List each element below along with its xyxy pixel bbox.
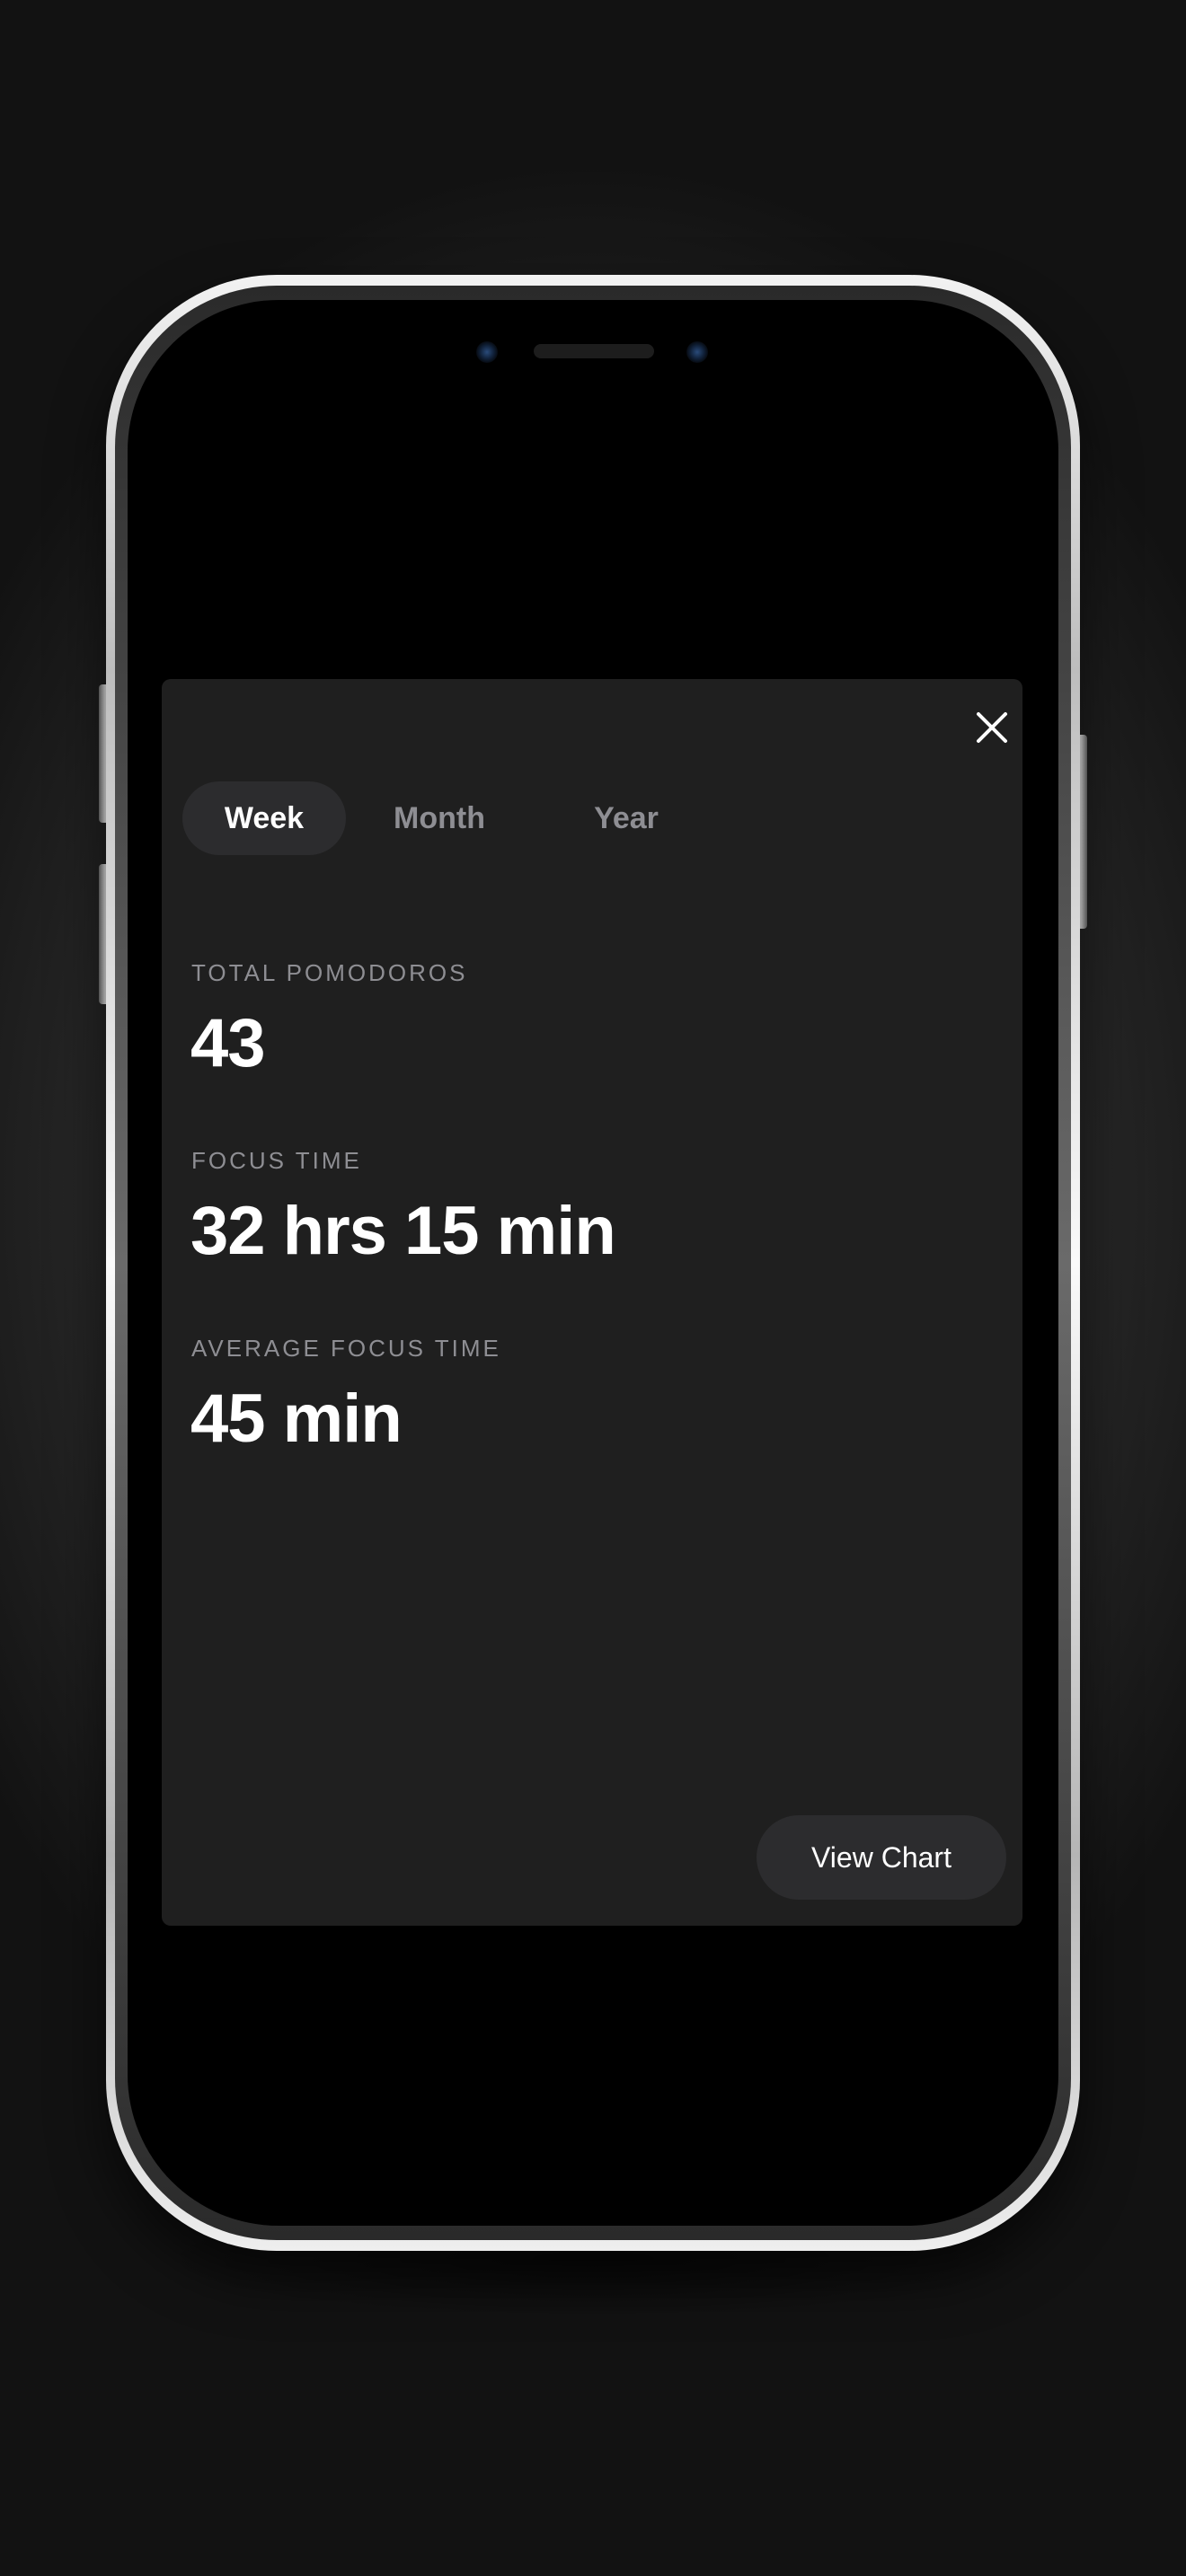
view-chart-button[interactable]: View Chart [757, 1815, 1006, 1900]
tab-week[interactable]: Week [182, 781, 346, 855]
focus-time-value: 32 hrs 15 min [190, 1193, 616, 1269]
sensor-icon [686, 341, 708, 363]
average-focus-time-label: AVERAGE FOCUS TIME [191, 1335, 501, 1362]
period-segmented-control: Week Month Year [182, 781, 720, 855]
tab-month[interactable]: Month [346, 781, 533, 855]
total-pomodoros-value: 43 [190, 1005, 266, 1081]
close-button[interactable] [969, 704, 1015, 751]
earpiece-speaker [534, 344, 654, 358]
front-camera-icon [476, 341, 498, 363]
close-icon [976, 711, 1008, 744]
average-focus-time-value: 45 min [190, 1381, 403, 1457]
tab-year[interactable]: Year [533, 781, 720, 855]
total-pomodoros-label: TOTAL POMODOROS [191, 959, 468, 986]
focus-time-label: FOCUS TIME [191, 1147, 362, 1174]
stats-sheet [162, 679, 1022, 1926]
